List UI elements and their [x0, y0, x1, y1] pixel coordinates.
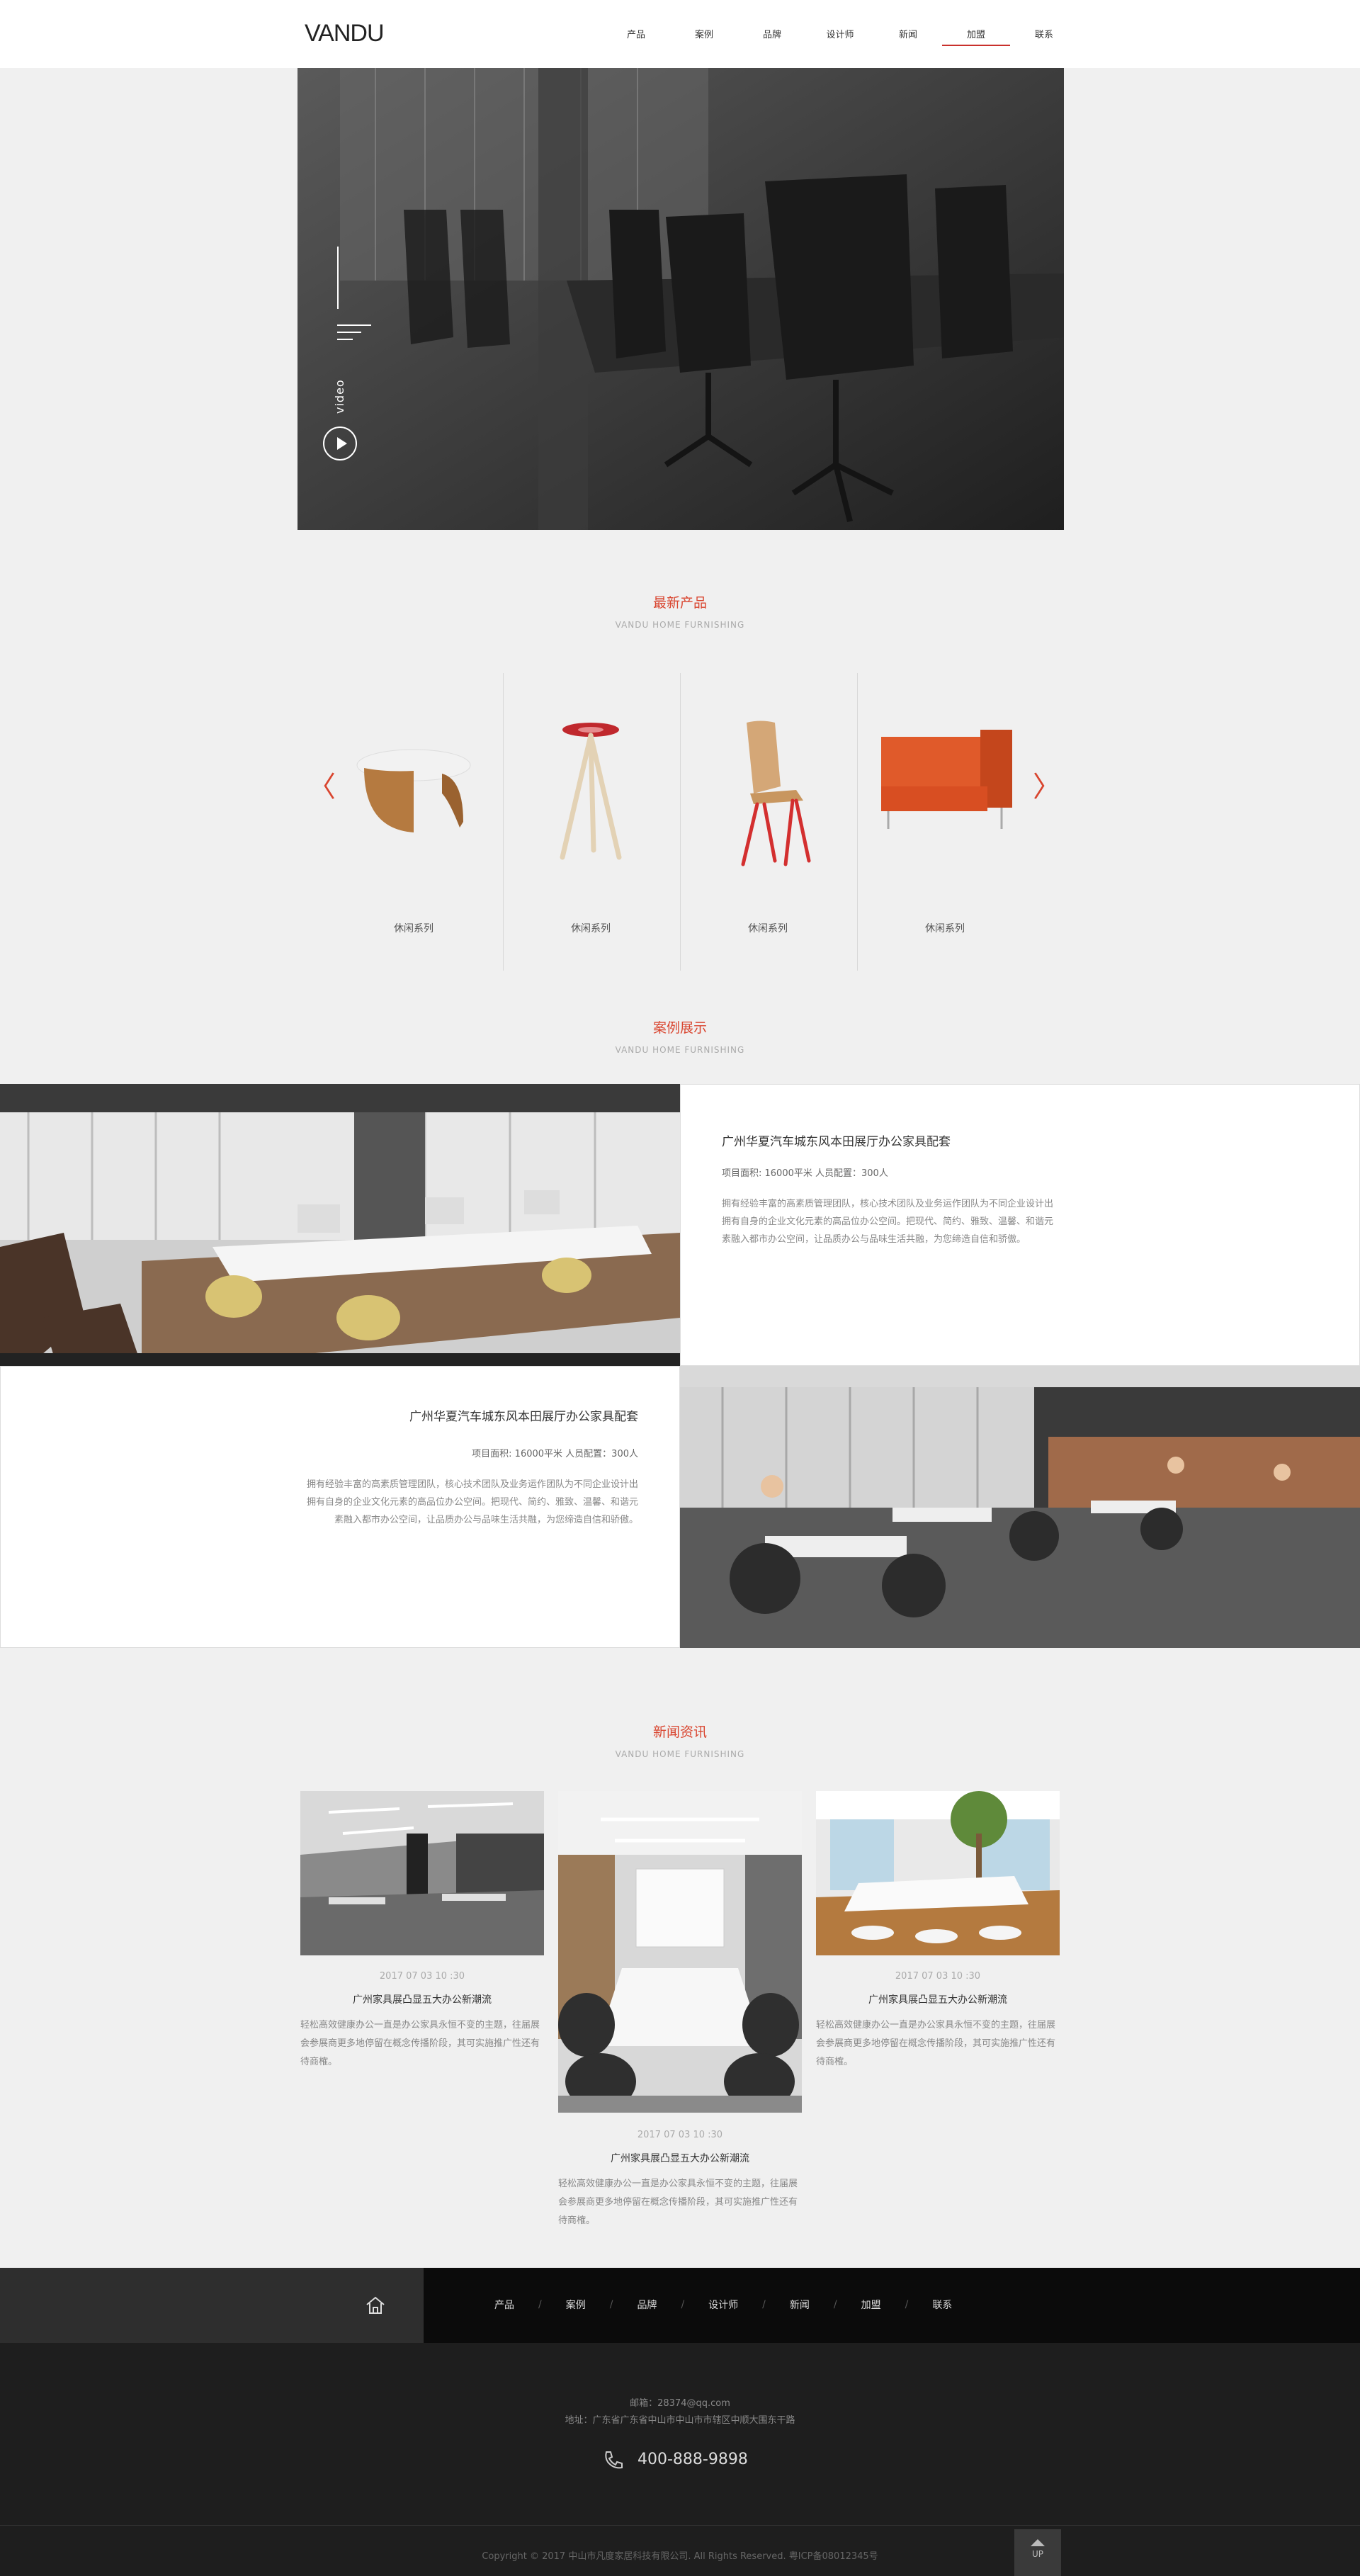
site-header: VANDU 产品 案例 品牌 设计师 新闻 加盟 联系	[0, 0, 1360, 68]
product-card[interactable]: 休闲系列	[326, 673, 502, 971]
news-title[interactable]: 广州家具展凸显五大办公新潮流	[300, 1992, 544, 2006]
news-cafe-photo	[816, 1791, 1060, 1955]
footer-copyright: Copyright © 2017 中山市凡度家居科技有限公司. All Righ…	[482, 2551, 878, 2562]
main-nav: 产品 案例 品牌 设计师 新闻 加盟 联系	[602, 27, 1078, 46]
product-card[interactable]: 休闲系列	[857, 673, 1033, 971]
case-desc: 拥有经验丰富的高素质管理团队，核心技术团队及业务运作团队为不同企业设计出拥有自身…	[722, 1199, 1054, 1245]
product-label: 休闲系列	[925, 923, 965, 934]
case-desc: 拥有经验丰富的高素质管理团队，核心技术团队及业务运作团队为不同企业设计出拥有自身…	[306, 1479, 638, 1525]
footer-nav-join[interactable]: 加盟	[861, 2298, 881, 2312]
news-image[interactable]	[300, 1791, 544, 1955]
orange-sofa-image	[881, 730, 1012, 829]
nav-item-brand[interactable]: 品牌	[738, 27, 806, 46]
product-label: 休闲系列	[571, 923, 611, 934]
footer-nav-separator: /	[762, 2299, 766, 2310]
news-desc: 轻松高效健康办公一直是办公家具永恒不变的主题，往届展会参展商更多地停留在概念传播…	[558, 2179, 798, 2226]
news-title[interactable]: 广州家具展凸显五大办公新潮流	[816, 1992, 1060, 2006]
wood-chair-image	[741, 721, 811, 866]
case-meta: 项目面积: 16000平米 人员配置：300人	[722, 1168, 888, 1179]
news-card[interactable]: 2017 07 03 10 :30 广州家具展凸显五大办公新潮流 轻松高效健康办…	[816, 1791, 1060, 2089]
footer-nav-separator: /	[681, 2299, 685, 2310]
play-icon[interactable]	[323, 426, 357, 461]
lounge-photo	[680, 1366, 1360, 1648]
news-title[interactable]: 广州家具展凸显五大办公新潮流	[558, 2151, 802, 2165]
footer-email: 邮箱：28374@qq.com	[630, 2398, 730, 2409]
hero-vertical-line	[337, 247, 339, 309]
products-subtitle: VANDU HOME FURNISHING	[615, 620, 745, 630]
case-text-panel: 广州华夏汽车城东风本田展厅办公家具配套 项目面积: 16000平米 人员配置：3…	[680, 1084, 1360, 1366]
back-to-top-button[interactable]: UP	[1014, 2529, 1061, 2576]
footer-nav-links: 产品 / 案例 / 品牌 / 设计师 / 新闻 / 加盟 / 联系	[494, 2298, 952, 2312]
news-image[interactable]	[816, 1791, 1060, 1955]
case-title[interactable]: 广州华夏汽车城东风本田展厅办公家具配套	[722, 1131, 951, 1149]
news-meeting-room-photo	[558, 1791, 802, 2113]
footer-nav-designers[interactable]: 设计师	[708, 2298, 738, 2312]
hero-banner: video	[298, 68, 1064, 530]
news-section-title: 新闻资讯 VANDU HOME FURNISHING	[0, 1722, 1360, 1759]
nav-item-designers[interactable]: 设计师	[806, 27, 874, 46]
news-card[interactable]: 2017 07 03 10 :30 广州家具展凸显五大办公新潮流 轻松高效健康办…	[300, 1791, 544, 2089]
footer-nav-separator: /	[833, 2299, 837, 2310]
products-section-title: 最新产品 VANDU HOME FURNISHING	[0, 592, 1360, 630]
footer-phone[interactable]: 400-888-9898	[638, 2451, 748, 2468]
news-subtitle: VANDU HOME FURNISHING	[615, 1749, 745, 1759]
round-table-image	[356, 749, 471, 832]
footer-address: 地址：广东省广东省中山市中山市市辖区中顺大围东干路	[565, 2415, 795, 2426]
footer-nav-separator: /	[905, 2299, 909, 2310]
case-title[interactable]: 广州华夏汽车城东风本田展厅办公家具配套	[409, 1406, 638, 1424]
case-row[interactable]: 广州华夏汽车城东风本田展厅办公家具配套 项目面积: 16000平米 人员配置：3…	[0, 1084, 1360, 1366]
home-icon	[366, 2296, 385, 2314]
menu-lines-icon[interactable]	[337, 324, 371, 346]
product-label: 休闲系列	[748, 923, 788, 934]
chevron-right-icon[interactable]: 〉	[1033, 764, 1061, 805]
footer-nav: 产品 / 案例 / 品牌 / 设计师 / 新闻 / 加盟 / 联系	[0, 2268, 1360, 2343]
news-desc: 轻松高效健康办公一直是办公家具永恒不变的主题，往届展会参展商更多地停留在概念传播…	[816, 2020, 1056, 2067]
news-date: 2017 07 03 10 :30	[895, 1971, 981, 1982]
nav-item-contact[interactable]: 联系	[1010, 27, 1078, 46]
news-desc: 轻松高效健康办公一直是办公家具永恒不变的主题，往届展会参展商更多地停留在概念传播…	[300, 2020, 540, 2067]
nav-item-cases[interactable]: 案例	[670, 27, 738, 46]
footer-home-button[interactable]	[0, 2268, 424, 2343]
office-photo	[0, 1084, 680, 1366]
product-card[interactable]: 休闲系列	[680, 673, 856, 971]
footer-nav-brand[interactable]: 品牌	[637, 2298, 657, 2312]
nav-item-products[interactable]: 产品	[602, 27, 670, 46]
arrow-up-icon	[1031, 2539, 1045, 2546]
back-to-top-label: UP	[1031, 2549, 1044, 2559]
footer-nav-cases[interactable]: 案例	[566, 2298, 586, 2312]
case-text-panel: 广州华夏汽车城东风本田展厅办公家具配套 项目面积: 16000平米 人员配置：3…	[0, 1366, 680, 1648]
site-footer: 邮箱：28374@qq.com 地址：广东省广东省中山市中山市市辖区中顺大围东干…	[0, 2343, 1360, 2576]
case-row[interactable]: 广州华夏汽车城东风本田展厅办公家具配套 项目面积: 16000平米 人员配置：3…	[0, 1366, 1360, 1648]
footer-nav-news[interactable]: 新闻	[790, 2298, 810, 2312]
cases-title: 案例展示	[652, 1020, 707, 1036]
product-carousel: 休闲系列 休闲系列 休闲系列 休闲系列	[326, 673, 1034, 971]
video-label: video	[333, 379, 346, 414]
phone-icon	[605, 2451, 623, 2469]
news-image[interactable]	[558, 1791, 802, 2113]
news-date: 2017 07 03 10 :30	[379, 1971, 465, 1982]
products-title: 最新产品	[652, 595, 707, 611]
cases-section-title: 案例展示 VANDU HOME FURNISHING	[0, 1017, 1360, 1055]
footer-nav-separator: /	[609, 2299, 613, 2310]
news-title: 新闻资讯	[652, 1724, 707, 1740]
site-logo[interactable]: VANDU	[305, 20, 384, 47]
nav-item-join[interactable]: 加盟	[942, 27, 1010, 46]
bar-stool-image	[560, 723, 622, 860]
nav-item-news[interactable]: 新闻	[874, 27, 942, 46]
case-meta: 项目面积: 16000平米 人员配置：300人	[472, 1449, 638, 1459]
news-card[interactable]: 2017 07 03 10 :30 广州家具展凸显五大办公新潮流 轻松高效健康办…	[558, 1791, 802, 2230]
footer-nav-separator: /	[538, 2299, 542, 2310]
news-office-photo	[300, 1791, 544, 1955]
case-image-lounge[interactable]	[680, 1366, 1360, 1648]
case-image-office[interactable]	[0, 1084, 680, 1366]
footer-divider	[0, 2525, 1360, 2526]
product-label: 休闲系列	[394, 923, 434, 934]
news-date: 2017 07 03 10 :30	[637, 2130, 723, 2140]
hero-conference-image	[298, 68, 1064, 530]
cases-subtitle: VANDU HOME FURNISHING	[615, 1045, 745, 1055]
product-card[interactable]: 休闲系列	[503, 673, 679, 971]
footer-nav-products[interactable]: 产品	[494, 2298, 514, 2312]
footer-nav-contact[interactable]: 联系	[932, 2298, 952, 2312]
